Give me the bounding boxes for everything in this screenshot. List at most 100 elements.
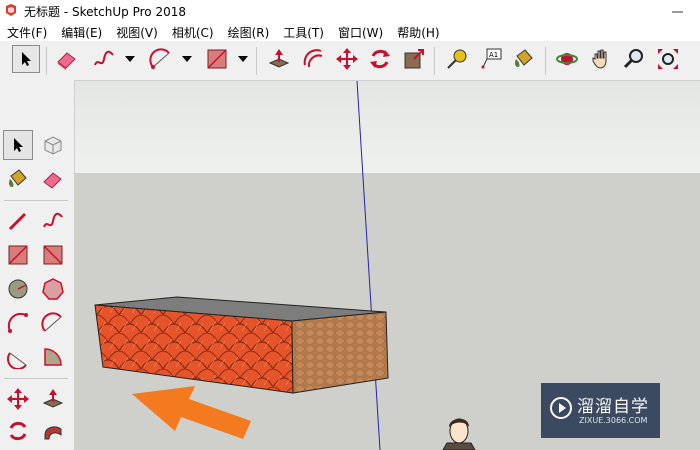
- arc-icon: [149, 48, 170, 69]
- freehand-dropdown[interactable]: [124, 51, 136, 67]
- zoom-extents-tool-button[interactable]: [654, 45, 682, 73]
- sky: [75, 81, 700, 173]
- select-icon: [14, 138, 23, 152]
- move-icon: [7, 388, 29, 410]
- freehand-icon: [94, 50, 114, 66]
- move-icon: [336, 48, 358, 70]
- rectangle-dropdown[interactable]: [237, 51, 249, 67]
- follow-me-tool-button[interactable]: [38, 416, 68, 446]
- rectangle-tool-button[interactable]: [3, 240, 33, 270]
- move-tool-button[interactable]: [3, 384, 33, 414]
- push-pull-tool-button[interactable]: [38, 384, 68, 414]
- large-tool-set: [0, 80, 75, 450]
- freehand-icon: [43, 212, 63, 228]
- arc-tool-button[interactable]: [147, 45, 175, 73]
- rotate-tool-button[interactable]: [3, 416, 33, 446]
- select-icon: [22, 52, 31, 66]
- watermark-url: ZIXUE.3066.COM: [579, 416, 648, 425]
- arc-tool-button[interactable]: [3, 308, 33, 338]
- main-toolbar: A1: [0, 41, 700, 81]
- select-tool-button[interactable]: [3, 130, 33, 160]
- menu-bar: 文件(F) 编辑(E) 视图(V) 相机(C) 绘图(R) 工具(T) 窗口(W…: [0, 22, 700, 41]
- minimize-icon: [672, 11, 683, 13]
- chevron-down-icon: [182, 56, 192, 62]
- two-point-arc-icon: [41, 312, 62, 332]
- pan-tool-button[interactable]: [587, 45, 615, 73]
- site-watermark: 溜溜自学 ZIXUE.3066.COM: [541, 383, 660, 438]
- sidebar-separator: [4, 200, 68, 201]
- eraser-tool-button[interactable]: [38, 164, 68, 194]
- circle-icon: [8, 279, 28, 299]
- offset-icon: [303, 49, 323, 68]
- menu-help[interactable]: 帮助(H): [390, 22, 446, 41]
- rectangle-icon: [207, 49, 227, 69]
- polygon-tool-button[interactable]: [38, 274, 68, 304]
- menu-camera[interactable]: 相机(C): [165, 22, 221, 41]
- scale-tool-button[interactable]: [400, 45, 428, 73]
- pie-tool-button[interactable]: [38, 342, 68, 372]
- menu-view[interactable]: 视图(V): [109, 22, 165, 41]
- push-pull-icon: [268, 49, 290, 68]
- paint-bucket-tool-button[interactable]: [510, 45, 538, 73]
- sidebar-separator: [4, 378, 68, 379]
- eraser-icon: [57, 52, 76, 70]
- rotate-icon: [9, 421, 27, 441]
- circle-tool-button[interactable]: [3, 274, 33, 304]
- rotated-rectangle-tool-button[interactable]: [38, 240, 68, 270]
- rotate-tool-button[interactable]: [366, 45, 394, 73]
- push-pull-tool-button[interactable]: [265, 45, 293, 73]
- toolbar-separator: [545, 47, 546, 75]
- move-tool-button[interactable]: [333, 45, 361, 73]
- scale-icon: [404, 49, 424, 69]
- push-pull-icon: [42, 389, 64, 408]
- rotated-rectangle-icon: [43, 245, 63, 265]
- toolbar-separator: [256, 47, 257, 75]
- menu-draw[interactable]: 绘图(R): [221, 22, 277, 41]
- orbit-icon: [556, 53, 578, 65]
- minimize-button[interactable]: [656, 0, 700, 22]
- rectangle-tool-button[interactable]: [203, 45, 231, 73]
- title-bar: 无标题 - SketchUp Pro 2018: [0, 0, 700, 23]
- freehand-tool-button[interactable]: [38, 206, 68, 236]
- toolbar-separator: [46, 47, 47, 75]
- menu-window[interactable]: 窗口(W): [331, 22, 390, 41]
- arc-dropdown[interactable]: [181, 51, 193, 67]
- tape-measure-tool-button[interactable]: [443, 45, 471, 73]
- eraser-tool-button[interactable]: [53, 45, 81, 73]
- line-icon: [8, 212, 27, 231]
- sketchup-logo-icon: [6, 4, 16, 16]
- zoom-tool-button[interactable]: [620, 45, 648, 73]
- window-title: 无标题 - SketchUp Pro 2018: [24, 5, 186, 19]
- zoom-extents-icon: [658, 49, 678, 69]
- menu-tools[interactable]: 工具(T): [276, 22, 331, 41]
- text-tool-label: A1: [489, 51, 498, 59]
- orbit-tool-button[interactable]: [553, 45, 581, 73]
- make-component-icon: [44, 136, 62, 155]
- make-component-tool-button[interactable]: [38, 130, 68, 160]
- paint-bucket-icon: [8, 169, 27, 187]
- freehand-tool-button[interactable]: [90, 45, 118, 73]
- follow-me-icon: [44, 426, 62, 440]
- chevron-down-icon: [238, 56, 248, 62]
- watermark-text: 溜溜自学: [577, 397, 649, 417]
- toolbar-separator: [434, 47, 435, 75]
- menu-file[interactable]: 文件(F): [0, 22, 54, 41]
- chevron-down-icon: [125, 56, 135, 62]
- paint-bucket-icon: [514, 49, 533, 67]
- rotate-icon: [370, 49, 390, 69]
- three-point-arc-tool-button[interactable]: [3, 342, 33, 372]
- polygon-icon: [42, 278, 64, 300]
- offset-tool-button[interactable]: [299, 45, 327, 73]
- two-point-arc-tool-button[interactable]: [38, 308, 68, 338]
- line-tool-button[interactable]: [3, 206, 33, 236]
- text-tool-button[interactable]: A1: [477, 45, 505, 73]
- pan-icon: [592, 49, 607, 69]
- paint-bucket-tool-button[interactable]: [3, 164, 33, 194]
- arc-icon: [7, 312, 28, 333]
- pie-icon: [44, 348, 62, 366]
- rectangle-icon: [8, 245, 28, 265]
- play-logo-icon: [550, 397, 572, 419]
- select-tool-button[interactable]: [12, 45, 40, 73]
- menu-edit[interactable]: 编辑(E): [54, 22, 109, 41]
- eraser-icon: [43, 172, 62, 189]
